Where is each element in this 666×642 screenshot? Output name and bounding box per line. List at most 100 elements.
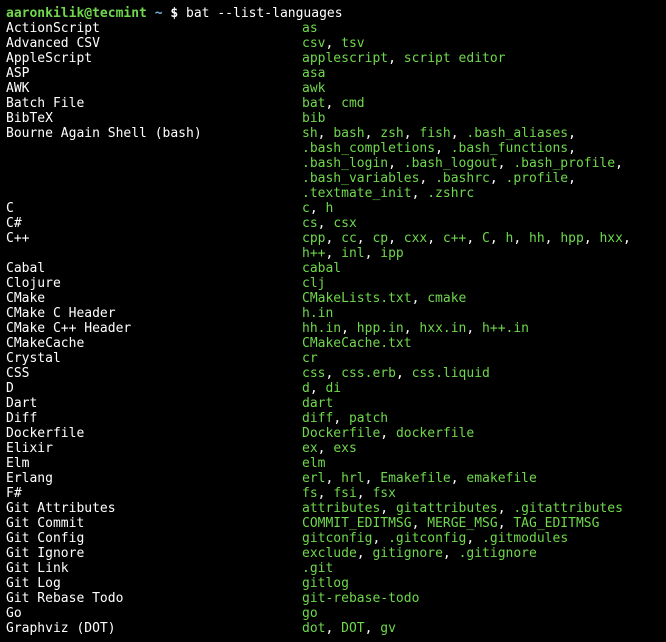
separator: , [513,231,529,246]
language-name: Cabal [6,261,302,276]
language-name: Clojure [6,276,302,291]
extension: exs [333,441,356,456]
extension: diff [302,411,333,426]
separator: , [380,426,396,441]
language-extensions: awk [302,81,654,96]
extension: exclude [302,546,357,561]
separator: , [498,516,514,531]
extension: sh [302,126,318,141]
language-name: AppleScript [6,51,302,66]
language-row: Dartdart [6,396,660,411]
extension: .bash_logout [404,156,498,171]
separator: , [404,321,420,336]
extension: clj [302,276,325,291]
language-name: Git Ignore [6,546,302,561]
separator: , [310,381,326,396]
extension: bash [333,126,364,141]
language-row: Elixirex, exs [6,441,660,456]
separator: , [333,411,349,426]
language-name: Elixir [6,441,302,456]
command-text: bat --list-languages [186,6,343,21]
separator: , [427,231,443,246]
separator: , [365,246,381,261]
extension: ipp [380,246,403,261]
separator: , [357,486,373,501]
language-row: CMakeCacheCMakeCache.txt [6,336,660,351]
separator: , [325,366,341,381]
language-extensions: c, h [302,201,654,216]
language-row: C++cpp, cc, cp, cxx, c++, C, h, hh, hpp,… [6,231,660,261]
extension: DOT [341,621,364,636]
separator: , [365,621,381,636]
extension: .gitconfig [388,531,466,546]
extension: go [302,606,318,621]
extension: .profile [506,171,569,186]
extension: bat [302,96,325,111]
language-name: C# [6,216,302,231]
separator: , [568,141,576,156]
extension: fsi [333,486,356,501]
language-row: Erlangerl, hrl, Emakefile, emakefile [6,471,660,486]
extension: gv [380,621,396,636]
language-row: Gogo [6,606,660,621]
separator: , [412,516,428,531]
language-extensions: .git [302,561,654,576]
separator: , [404,126,420,141]
language-extensions: dart [302,396,654,411]
language-name: Git Attributes [6,501,302,516]
separator: , [318,486,334,501]
language-row: AppleScriptapplescript, script editor [6,51,660,66]
separator: , [412,291,428,306]
language-name: BibTeX [6,111,302,126]
extension: hpp [560,231,583,246]
extension: erl [302,471,325,486]
language-row: BibTeXbib [6,111,660,126]
language-extensions: gitconfig, .gitconfig, .gitmodules [302,531,654,546]
language-extensions: d, di [302,381,654,396]
separator: , [357,546,373,561]
separator: , [490,171,506,186]
language-row: DockerfileDockerfile, dockerfile [6,426,660,441]
language-name: CMake [6,291,302,306]
language-extensions: sh, bash, zsh, fish, .bash_aliases, .bas… [302,126,654,201]
extension: tsv [341,36,364,51]
language-extensions: elm [302,456,654,471]
language-extensions: gitlog [302,576,654,591]
language-row: Clojureclj [6,276,660,291]
language-extensions: diff, patch [302,411,654,426]
separator: , [568,171,576,186]
prompt-user: aaronkilik@tecmint [6,6,147,21]
language-row: CMake C Headerh.in [6,306,660,321]
extension: awk [302,81,325,96]
separator: , [412,186,428,201]
extension: css.liquid [412,366,490,381]
language-row: Cabalcabal [6,261,660,276]
extension: hpp.in [357,321,404,336]
language-name: Erlang [6,471,302,486]
extension: css.erb [341,366,396,381]
language-name: CMake C Header [6,306,302,321]
language-name: Git Commit [6,516,302,531]
language-name: F# [6,486,302,501]
separator: , [466,321,482,336]
language-name: Diff [6,411,302,426]
language-extensions: ex, exs [302,441,654,456]
extension: bib [302,111,325,126]
language-name: Elm [6,456,302,471]
extension: git-rebase-todo [302,591,419,606]
prompt-line[interactable]: aaronkilik@tecmint ~ $ bat --list-langua… [6,6,660,21]
extension: as [302,21,318,36]
language-extensions: hh.in, hpp.in, hxx.in, h++.in [302,321,654,336]
language-extensions: exclude, gitignore, .gitignore [302,546,654,561]
extension: h++.in [482,321,529,336]
language-name: Dockerfile [6,426,302,441]
extension: fish [419,126,450,141]
language-name: AWK [6,81,302,96]
language-extensions: CMakeCache.txt [302,336,654,351]
extension: cr [302,351,318,366]
language-row: Git Rebase Todogit-rebase-todo [6,591,660,606]
separator: , [372,531,388,546]
language-row: Dd, di [6,381,660,396]
extension: emakefile [466,471,536,486]
language-extensions: erl, hrl, Emakefile, emakefile [302,471,654,486]
